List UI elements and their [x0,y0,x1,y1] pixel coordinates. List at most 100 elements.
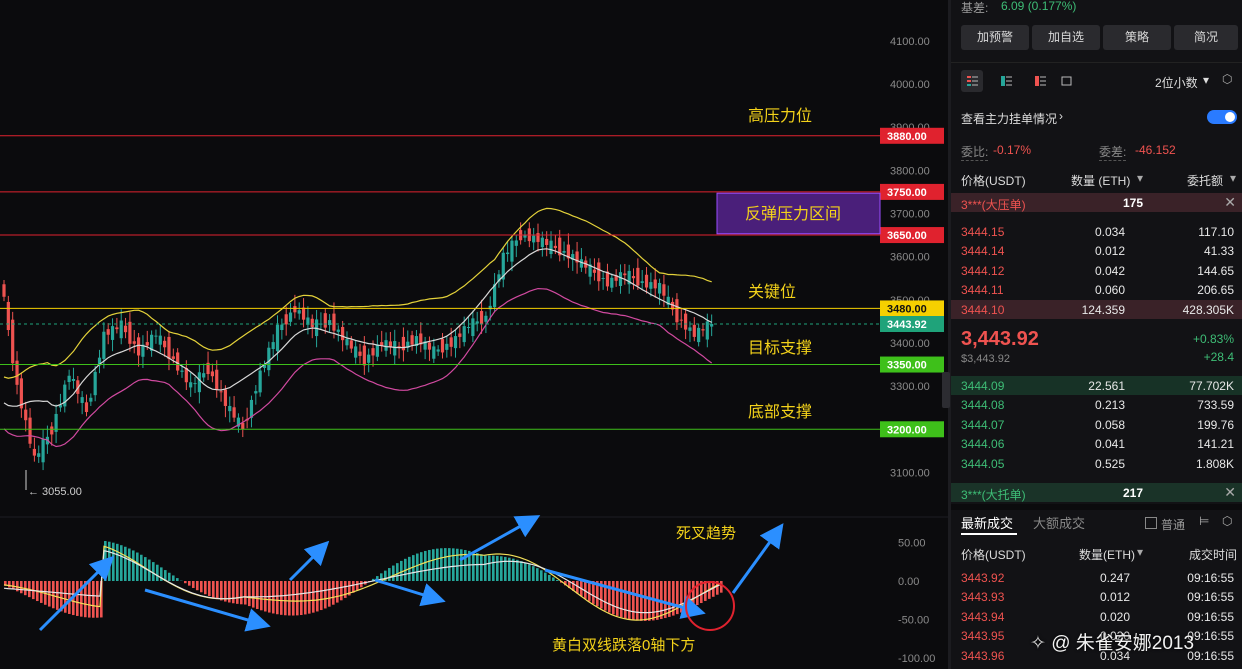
trade-qty-sort-icon[interactable]: ▾ [1137,545,1143,559]
macd-histogram-bar [356,581,359,591]
macd-histogram-bar [292,581,295,616]
bid-row[interactable]: 3444.07 0.058 199.76 [951,415,1242,434]
add-watchlist-button[interactable]: 加自选 [1032,25,1100,50]
trade-row[interactable]: 3443.93 0.012 09:16:55 [951,587,1242,606]
amount-sort-icon[interactable]: ▾ [1230,171,1236,185]
macd-histogram-bar [440,548,443,581]
annotation-high-resistance: 高压力位 [748,107,812,125]
macd-tick-label: -100.00 [898,653,935,665]
qty-sort-icon[interactable]: ▾ [1137,171,1143,185]
candle-body [653,279,657,289]
price-tick-label: 3600.00 [890,252,930,264]
macd-histogram-bar [340,581,343,601]
settings-icon[interactable]: ⬡ [1222,514,1232,528]
macd-histogram-bar [56,581,59,610]
trade-row[interactable]: 3443.92 0.247 09:16:55 [951,568,1242,587]
ask-row[interactable]: 3444.10 124.359 428.305K [951,299,1242,319]
settings-icon[interactable]: ⬡ [1222,72,1232,86]
layout-bids-icon[interactable] [995,70,1017,92]
bid-price: 3444.09 [961,379,1005,393]
main-orders-link[interactable]: 查看主力挂单情况 [961,110,1057,127]
chevron-down-icon[interactable]: ▾ [1203,73,1209,87]
candle-body [401,336,406,351]
macd-histogram-bar [648,581,651,621]
kline-chart-area[interactable]: 4100.004000.003900.003800.003700.003600.… [0,0,948,669]
ask-amount: 428.305K [1182,302,1234,317]
bid-row[interactable]: 3444.05 0.525 1.808K [951,454,1242,473]
tab-latest-trades[interactable]: 最新成交 [961,513,1013,532]
candle-body [649,282,653,289]
trade-qty-header[interactable]: 数量(ETH) [1079,546,1135,563]
macd-histogram-bar [492,555,495,581]
ask-row[interactable]: 3444.12 0.042 144.65 [951,261,1242,280]
macd-histogram-bar [312,581,315,613]
macd-histogram-bar [632,581,635,621]
close-icon[interactable]: ✕ [1224,194,1236,211]
ask-price: 3444.10 [961,302,1005,317]
collapse-handle[interactable] [942,372,950,408]
big-bid-row[interactable]: 3***(大托单) 217 ✕ [951,483,1242,502]
candle-body [545,238,549,245]
main-orders-toggle[interactable] [1207,110,1237,124]
chart-canvas[interactable]: 4100.004000.003900.003800.003700.003600.… [0,0,948,669]
filter-icon[interactable]: ⊨ [1199,514,1209,528]
trade-qty: 0.020 [1099,609,1130,624]
macd-histogram-bar [132,550,135,581]
price-col-header: 价格(USDT) [961,174,1026,188]
trade-time: 09:16:55 [1187,571,1234,585]
big-ask-row[interactable]: 3***(大压单) 175 ✕ [951,193,1242,212]
add-alert-button[interactable]: 加预警 [961,25,1029,50]
macd-histogram-bar [124,546,127,581]
macd-histogram-bar [532,566,535,581]
trade-row[interactable]: 3443.94 0.020 09:16:55 [951,607,1242,626]
layout-compact-icon[interactable] [1055,70,1077,92]
macd-histogram-bar [428,549,431,581]
macd-histogram-bar [328,581,331,607]
annotation-bottom-support: 底部支撑 [748,403,812,421]
bid-row[interactable]: 3444.08 0.213 733.59 [951,395,1242,414]
candle-body [579,259,584,268]
level-price-tag-text: 3350.00 [887,360,927,372]
candle-body [644,274,649,288]
macd-histogram-bar [476,553,479,581]
ask-row[interactable]: 3444.14 0.012 41.33 [951,241,1242,260]
macd-histogram-bar [188,581,191,586]
close-icon[interactable]: ✕ [1224,484,1236,501]
amount-col-header[interactable]: 委托额 [1187,172,1223,189]
macd-histogram-bar [392,565,395,581]
ask-row[interactable]: 3444.11 0.060 206.65 [951,280,1242,299]
layout-asks-icon[interactable] [1029,70,1051,92]
annotation-macd-note: 黄白双线跌落0轴下方 [552,637,695,654]
trend-arrow [144,588,271,632]
trade-time-header: 成交时间 [1189,548,1238,562]
candle-body [197,372,201,393]
annotation-key-level: 关键位 [748,283,796,301]
candle-body [484,315,488,322]
overview-button[interactable]: 简况 [1174,25,1238,50]
candle-body [119,320,123,339]
layout-both-icon[interactable] [961,70,983,92]
bid-row[interactable]: 3444.06 0.041 141.21 [951,434,1242,453]
decimal-select[interactable]: 2位小数 [1155,74,1198,91]
macd-histogram-bar [92,581,95,618]
macd-histogram-bar [208,581,211,597]
macd-histogram-bar [12,581,15,590]
macd-histogram-bar [544,572,547,581]
basis-value: 6.09 (0.177%) [1001,0,1077,13]
separator [951,504,1242,510]
macd-histogram-bar [192,581,195,588]
normal-checkbox[interactable] [1145,517,1157,529]
macd-histogram-bar [304,581,307,615]
macd-histogram-bar [472,551,475,581]
level-price-tag-text: 3880.00 [887,131,927,143]
candle-body [84,402,89,413]
bid-row[interactable]: 3444.09 22.561 77.702K [951,376,1242,395]
strategy-button[interactable]: 策略 [1103,25,1171,50]
candle-body [336,329,340,332]
tab-large-trades[interactable]: 大额成交 [1033,513,1085,532]
candle-body [427,342,432,350]
ask-row[interactable]: 3444.15 0.034 117.10 [951,222,1242,241]
qty-col-header[interactable]: 数量 (ETH) [1071,172,1130,189]
chevron-right-icon[interactable]: › [1059,109,1063,123]
macd-histogram-bar [336,581,339,603]
